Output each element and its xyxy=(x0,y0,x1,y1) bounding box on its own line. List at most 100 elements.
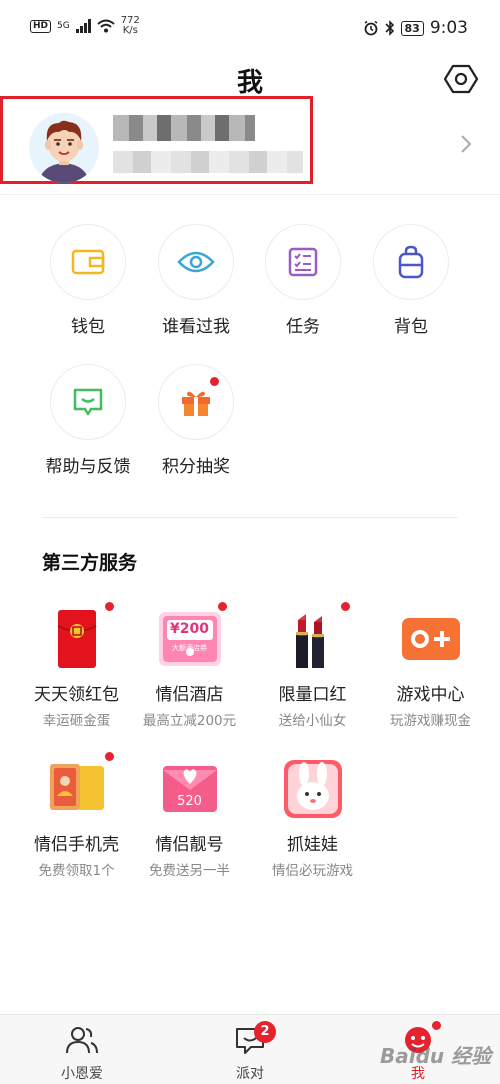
network-type: 5G xyxy=(57,21,70,31)
service-name: 抓娃娃 xyxy=(287,835,338,855)
tile-label: 帮助与反馈 xyxy=(45,457,131,477)
tile-circle xyxy=(265,224,341,300)
service-image xyxy=(44,752,114,822)
eye-icon xyxy=(177,251,215,273)
couple-number-icon xyxy=(162,766,217,812)
service-image xyxy=(398,606,464,672)
tile-circle xyxy=(158,364,234,440)
avatar[interactable] xyxy=(29,113,99,183)
service-subtitle: 送给小仙女 xyxy=(278,713,347,729)
hd-indicator: HD xyxy=(30,19,52,33)
section-title: 第三方服务 xyxy=(42,552,138,574)
service-name: 情侣手机壳 xyxy=(34,835,119,855)
service-name: 游戏中心 xyxy=(396,685,465,705)
service-game-center[interactable]: 游戏中心 玩游戏赚现金 xyxy=(368,606,493,729)
people-icon xyxy=(66,1027,98,1054)
wallet-icon xyxy=(71,249,105,275)
tile-label: 背包 xyxy=(394,317,428,337)
phone-case-icon xyxy=(49,764,104,810)
tile-help-feedback[interactable]: 帮助与反馈 xyxy=(38,364,138,477)
service-name: 天天领红包 xyxy=(34,685,119,705)
nav-label: 小恩爱 xyxy=(61,1066,103,1082)
gift-icon xyxy=(182,391,210,416)
checklist-icon xyxy=(288,247,318,277)
service-subtitle: 情侣必玩游戏 xyxy=(272,863,353,879)
watermark-text: Baidu 经验 xyxy=(380,1044,492,1068)
network-speed-unit: K/s xyxy=(122,25,138,36)
service-name: 情侣酒店 xyxy=(155,685,224,705)
bluetooth-icon xyxy=(384,20,394,36)
service-couple-number[interactable]: 520 情侣靓号 免费送另一半 xyxy=(127,756,252,879)
user-id-blurred xyxy=(113,151,303,173)
tile-circle xyxy=(50,364,126,440)
hotel-coupon-icon xyxy=(158,612,221,666)
service-red-envelope[interactable]: 天天领红包 幸运砸金蛋 xyxy=(14,602,139,729)
tile-wallet[interactable]: 钱包 xyxy=(38,224,138,337)
claw-machine-icon xyxy=(283,760,342,818)
avatar-boy-icon xyxy=(39,120,89,183)
service-image xyxy=(280,602,350,672)
service-subtitle: 最高立减200元 xyxy=(142,713,237,729)
nav-label: 派对 xyxy=(236,1066,264,1082)
gamepad-icon xyxy=(401,618,460,660)
service-lipstick[interactable]: 限量口红 送给小仙女 xyxy=(250,602,375,729)
tile-label: 积分抽奖 xyxy=(162,457,230,477)
settings-icon xyxy=(443,64,479,94)
tile-tasks[interactable]: 任务 xyxy=(253,224,353,337)
couple-number-text: 520 xyxy=(177,794,202,809)
tile-circle xyxy=(373,224,449,300)
battery-level: 83 xyxy=(400,20,424,36)
service-name: 限量口红 xyxy=(278,685,347,705)
tile-circle xyxy=(158,224,234,300)
service-name: 情侣靓号 xyxy=(155,835,224,855)
tile-backpack[interactable]: 背包 xyxy=(361,224,461,337)
service-couple-hotel[interactable]: ¥200 大额酒店券 情侣酒店 最高立减200元 xyxy=(127,602,252,729)
status-left: HD 5G 772 K/s xyxy=(30,16,140,36)
clock: 9:03 xyxy=(429,18,468,38)
service-subtitle: 免费送另一半 xyxy=(149,863,230,879)
notification-dot xyxy=(432,1021,441,1030)
username-blurred xyxy=(113,115,255,141)
divider xyxy=(0,194,500,195)
chevron-right-icon[interactable] xyxy=(460,134,472,154)
alarm-icon xyxy=(364,20,377,36)
profile-card[interactable] xyxy=(0,96,313,184)
service-subtitle: 玩游戏赚现金 xyxy=(390,713,471,729)
coupon-amount: ¥200 xyxy=(170,621,209,637)
lipstick-icon xyxy=(295,614,324,668)
notification-dot xyxy=(104,752,114,761)
tile-label: 任务 xyxy=(286,317,320,337)
red-envelope-icon xyxy=(57,610,96,668)
nav-item-xiaoenai[interactable]: 小恩爱 xyxy=(32,1025,132,1083)
notification-dot xyxy=(210,377,219,386)
tile-label: 钱包 xyxy=(71,317,105,337)
settings-button[interactable] xyxy=(443,62,479,96)
feedback-icon xyxy=(73,388,103,416)
service-image: 520 xyxy=(157,756,223,822)
nav-item-party[interactable]: 2 派对 xyxy=(200,1021,300,1083)
tile-points-lottery[interactable]: 积分抽奖 xyxy=(146,364,246,477)
page-title: 我 xyxy=(236,68,263,98)
status-right: 83 9:03 xyxy=(363,18,468,38)
notification-dot xyxy=(217,602,227,611)
notification-dot xyxy=(104,602,114,611)
service-image xyxy=(44,602,114,672)
wifi-icon xyxy=(97,19,115,33)
backpack-icon xyxy=(398,245,424,279)
tile-circle xyxy=(50,224,126,300)
service-claw-machine[interactable]: 抓娃娃 情侣必玩游戏 xyxy=(250,756,375,879)
network-speed: 772 K/s xyxy=(121,16,140,36)
unread-badge: 2 xyxy=(254,1021,276,1043)
service-image: ¥200 大额酒店券 xyxy=(157,602,227,672)
section-divider xyxy=(42,517,458,518)
coupon-caption: 大额酒店券 xyxy=(172,644,207,652)
service-phone-case[interactable]: 情侣手机壳 免费领取1个 xyxy=(14,752,139,879)
service-subtitle: 幸运砸金蛋 xyxy=(42,713,111,729)
service-subtitle: 免费领取1个 xyxy=(38,863,115,879)
service-image xyxy=(280,756,346,822)
status-bar: HD 5G 772 K/s 83 9:03 xyxy=(0,0,500,56)
signal-bars-icon xyxy=(75,19,91,33)
tile-label: 谁看过我 xyxy=(162,317,230,337)
tile-visitors[interactable]: 谁看过我 xyxy=(146,224,246,337)
notification-dot xyxy=(340,602,350,611)
